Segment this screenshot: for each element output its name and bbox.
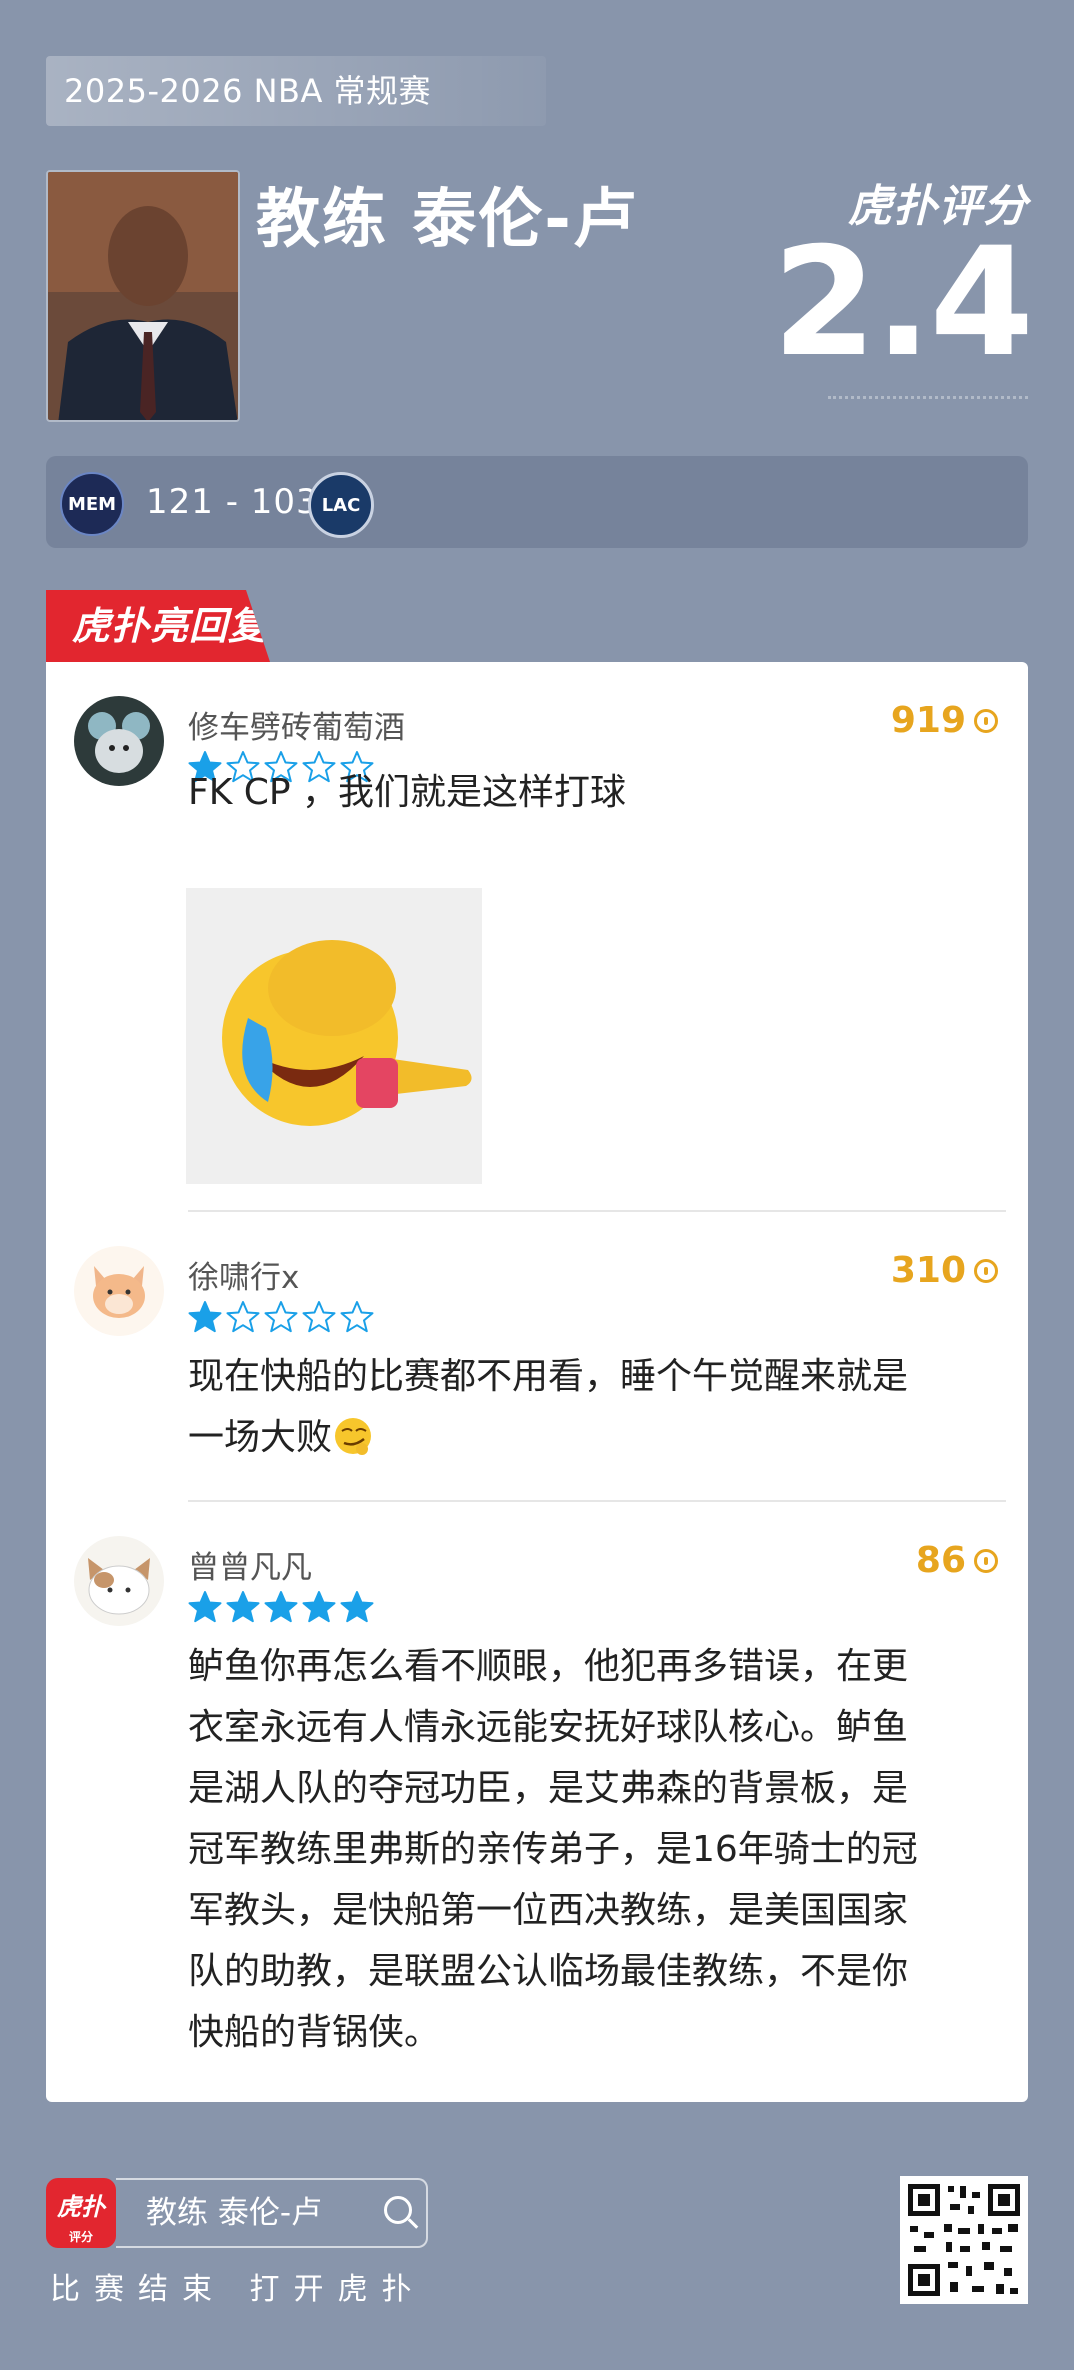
- comment-text-line: 快船的背锅侠。: [188, 2012, 441, 2053]
- star-filled-icon: [264, 1591, 298, 1623]
- user-avatar[interactable]: [74, 1536, 164, 1626]
- star-filled-icon: [188, 1301, 222, 1333]
- comment-text: FK CP ，我们就是这样打球: [188, 772, 627, 813]
- footer-caption: 比赛结束 打开虎扑: [50, 2272, 426, 2307]
- comment-item: 修车劈砖葡萄酒 919 FK CP ，我们就是这样打球: [46, 662, 1028, 1212]
- likes-count: 86: [915, 1540, 966, 1581]
- star-empty-icon: [340, 1301, 374, 1333]
- lightbulb-icon: [974, 708, 998, 733]
- coach-name: 教练 泰伦-卢: [256, 183, 639, 257]
- comment-text-line: 队的助教，是联盟公认临场最佳教练，不是你: [188, 1951, 909, 1992]
- team-logo-lac-icon: LAC: [308, 472, 374, 538]
- highlight-replies-tab[interactable]: 虎扑亮回复: [46, 590, 270, 662]
- facepalm-crying-pointing-emoji-icon[interactable]: [186, 888, 482, 1184]
- comment-text: 现在快船的比赛都不用看，睡个午觉醒来就是 一场大败: [188, 1346, 1008, 1468]
- lightbulb-icon: [974, 1258, 998, 1283]
- coach-photo: [46, 170, 240, 422]
- star-rating: [188, 1300, 374, 1334]
- lightbulb-icon: [974, 1548, 998, 1573]
- rating-score: 2.4: [772, 216, 1034, 390]
- game-score-bar[interactable]: MEM 121 - 103 LAC: [46, 456, 1028, 548]
- qr-code-icon: [900, 2176, 1028, 2304]
- star-rating: [188, 1590, 374, 1624]
- logo-subtext: 评分: [68, 2230, 93, 2244]
- comment-text-line: 军教头，是快船第一位西决教练，是美国国家: [188, 1890, 909, 1931]
- comment-username[interactable]: 徐啸行x: [188, 1252, 299, 1297]
- search-text: 教练 泰伦-卢: [146, 2195, 323, 2231]
- star-empty-icon: [302, 1301, 336, 1333]
- star-filled-icon: [188, 1591, 222, 1623]
- comment-item: 徐啸行x 310 现在快船的比赛都不用看，睡个午觉醒来就是 一场大败: [46, 1212, 1028, 1502]
- comment-text-line: 衣室永远有人情永远能安抚好球队核心。鲈鱼: [188, 1707, 909, 1748]
- user-avatar[interactable]: [74, 1246, 164, 1336]
- rating-dots-decoration: [828, 396, 1028, 411]
- comment-username[interactable]: 修车劈砖葡萄酒: [188, 702, 405, 747]
- season-label: 2025-2026 NBA 常规赛: [46, 56, 546, 126]
- likes-count: 310: [890, 1250, 966, 1291]
- team-logo-mem-icon: MEM: [60, 472, 124, 536]
- comment-text-line: 现在快船的比赛都不用看，睡个午觉醒来就是: [188, 1356, 909, 1397]
- search-icon[interactable]: [384, 2196, 412, 2224]
- logo-text: 虎扑: [57, 2193, 105, 2221]
- star-filled-icon: [340, 1591, 374, 1623]
- smug-emoji-icon: [335, 1418, 372, 1455]
- comment-likes[interactable]: 919: [891, 700, 998, 741]
- comment-likes[interactable]: 86: [916, 1540, 998, 1581]
- comment-text-line: 是湖人队的夺冠功臣，是艾弗森的背景板，是: [188, 1768, 909, 1809]
- hupu-logo[interactable]: 虎扑 评分: [46, 2178, 116, 2248]
- game-score: 121 - 103: [146, 482, 319, 522]
- comment-username[interactable]: 曾曾凡凡: [188, 1542, 312, 1587]
- star-empty-icon: [264, 1301, 298, 1333]
- comment-text-line: 鲈鱼你再怎么看不顺眼，他犯再多错误，在更: [188, 1646, 909, 1687]
- comment-text: 鲈鱼你再怎么看不顺眼，他犯再多错误，在更 衣室永远有人情永远能安抚好球队核心。鲈…: [188, 1636, 1008, 2063]
- comment-text-fragment: 一场大败: [188, 1417, 333, 1458]
- comment-item: 曾曾凡凡 86 鲈鱼你再怎么看不顺眼，他犯再多错误，在更 衣室永远有人情永远能安…: [46, 1502, 1028, 2102]
- likes-count: 919: [890, 700, 966, 741]
- comments-card: 修车劈砖葡萄酒 919 FK CP ，我们就是这样打球 徐啸行x 310 现在快…: [46, 662, 1028, 2102]
- star-filled-icon: [226, 1591, 260, 1623]
- star-filled-icon: [302, 1591, 336, 1623]
- comment-text-line: 冠军教练里弗斯的亲传弟子，是16年骑士的冠: [188, 1829, 918, 1870]
- search-box[interactable]: 教练 泰伦-卢: [116, 2178, 428, 2248]
- comment-likes[interactable]: 310: [891, 1250, 998, 1291]
- comment-text-line: 一场大败: [188, 1407, 1008, 1468]
- star-empty-icon: [226, 1301, 260, 1333]
- user-avatar[interactable]: [74, 696, 164, 786]
